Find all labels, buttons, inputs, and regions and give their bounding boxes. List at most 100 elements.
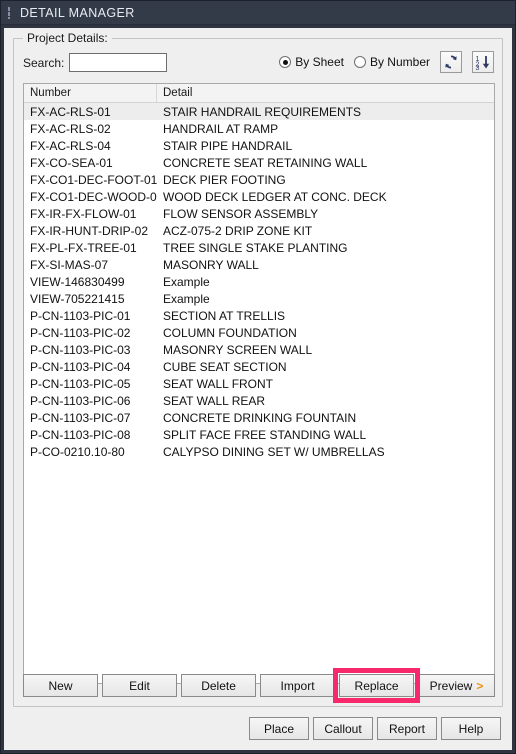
new-button[interactable]: New [23,674,99,697]
preview-button[interactable]: Preview > [418,674,495,697]
sort-numeric-descending-icon: 1 2 3 [475,54,491,70]
table-row[interactable]: FX-AC-RLS-02 HANDRAIL AT RAMP [24,120,494,137]
row-number: FX-IR-FX-FLOW-01 [30,206,137,221]
row-number: P-CN-1103-PIC-08 [30,427,131,442]
row-detail: TREE SINGLE STAKE PLANTING [163,240,348,255]
row-detail: Example [163,274,210,289]
search-label: Search: [23,55,65,70]
table-row[interactable]: FX-AC-RLS-01 STAIR HANDRAIL REQUIREMENTS [24,103,494,120]
report-button[interactable]: Report [377,717,437,740]
window-title: DETAIL MANAGER [20,5,135,20]
client-area: Project Details: Search: By Sheet By Num… [4,28,512,750]
table-row[interactable]: P-CN-1103-PIC-05 SEAT WALL FRONT [24,375,494,392]
row-number: FX-CO1-DEC-WOOD-01 [30,189,157,204]
radio-by-number-indicator-icon[interactable] [353,56,366,68]
row-detail: MASONRY WALL [163,257,259,272]
row-detail: WOOD DECK LEDGER AT CONC. DECK [163,189,387,204]
row-detail: COLUMN FOUNDATION [163,325,297,340]
row-detail: STAIR HANDRAIL REQUIREMENTS [163,104,362,119]
row-detail: CONCRETE DRINKING FOUNTAIN [163,410,357,425]
radio-by-sheet-label: By Sheet [295,55,344,69]
row-number: FX-CO1-DEC-FOOT-01 [30,172,157,187]
row-number: VIEW-146830499 [30,274,125,289]
row-number: VIEW-705221415 [30,291,125,306]
table-row[interactable]: FX-CO1-DEC-FOOT-01 DECK PIER FOOTING [24,171,494,188]
delete-button[interactable]: Delete [181,674,257,697]
callout-button[interactable]: Callout [313,717,373,740]
table-row[interactable]: FX-AC-RLS-04 STAIR PIPE HANDRAIL [24,137,494,154]
radio-by-sheet[interactable]: By Sheet [279,55,344,69]
edit-button[interactable]: Edit [102,674,178,697]
row-number: P-CN-1103-PIC-03 [30,342,131,357]
search-row: Search: [23,53,168,72]
column-header-number[interactable]: Number [24,84,157,102]
place-button[interactable]: Place [249,717,309,740]
row-detail: HANDRAIL AT RAMP [163,121,279,136]
row-number: P-CN-1103-PIC-04 [30,359,131,374]
window-titlebar[interactable]: DETAIL MANAGER [1,1,515,25]
row-detail: SECTION AT TRELLIS [163,308,286,323]
view-mode-row: By Sheet By Number 1 2 3 [279,51,494,73]
row-number: FX-CO-SEA-01 [30,155,113,170]
table-row[interactable]: P-CN-1103-PIC-04 CUBE SEAT SECTION [24,358,494,375]
row-number: P-CN-1103-PIC-02 [30,325,131,340]
row-detail: CUBE SEAT SECTION [163,359,287,374]
refresh-button[interactable] [440,51,462,73]
help-button[interactable]: Help [441,717,501,740]
radio-by-sheet-indicator-icon[interactable] [279,56,292,68]
table-row[interactable]: FX-CO-SEA-01 CONCRETE SEAT RETAINING WALL [24,154,494,171]
footer-button-row: Place Callout Report Help [249,717,501,740]
row-number: FX-AC-RLS-01 [30,104,111,119]
radio-by-number-label: By Number [369,55,430,69]
groupbox-legend: Project Details: [23,31,112,45]
table-row[interactable]: FX-IR-HUNT-DRIP-02 ACZ-075-2 DRIP ZONE KI… [24,222,494,239]
row-number: FX-AC-RLS-04 [30,138,111,153]
table-row[interactable]: P-CN-1103-PIC-06 SEAT WALL REAR [24,392,494,409]
svg-text:3: 3 [476,65,480,70]
table-row[interactable]: P-CN-1103-PIC-02 COLUMN FOUNDATION [24,324,494,341]
table-row[interactable]: VIEW-705221415 Example [24,290,494,307]
row-number: P-CN-1103-PIC-05 [30,376,131,391]
table-row[interactable]: P-CN-1103-PIC-03 MASONRY SCREEN WALL [24,341,494,358]
row-detail: SEAT WALL FRONT [163,376,274,391]
table-row[interactable]: FX-SI-MAS-07 MASONRY WALL [24,256,494,273]
table-row[interactable]: FX-IR-FX-FLOW-01 FLOW SENSOR ASSEMBLY [24,205,494,222]
row-number: FX-PL-FX-TREE-01 [30,240,137,255]
table-row[interactable]: P-CN-1103-PIC-01 SECTION AT TRELLIS [24,307,494,324]
preview-button-label: Preview [429,678,473,693]
row-number: FX-AC-RLS-02 [30,121,111,136]
row-detail: MASONRY SCREEN WALL [163,342,313,357]
row-detail: ACZ-075-2 DRIP ZONE KIT [163,223,313,238]
row-number: P-CO-0210.10-80 [30,444,125,459]
radio-by-number[interactable]: By Number [353,55,430,69]
row-number: P-CN-1103-PIC-07 [30,410,131,425]
table-row[interactable]: FX-CO1-DEC-WOOD-01 WOOD DECK LEDGER AT CO… [24,188,494,205]
row-detail: Example [163,291,210,306]
detail-manager-window: DETAIL MANAGER Project Details: Search: … [0,0,516,754]
table-row[interactable]: P-CO-0210.10-80 CALYPSO DINING SET W/ UMB… [24,443,494,460]
table-row[interactable]: P-CN-1103-PIC-08 SPLIT FACE FREE STANDING… [24,426,494,443]
list-body: FX-AC-RLS-01 STAIR HANDRAIL REQUIREMENTS F… [24,103,494,460]
details-list[interactable]: Number Detail FX-AC-RLS-01 STAIR HANDRAIL… [23,83,495,684]
row-detail: DECK PIER FOOTING [163,172,286,187]
sort-button[interactable]: 1 2 3 [472,51,494,73]
row-number: FX-SI-MAS-07 [30,257,109,272]
row-detail: FLOW SENSOR ASSEMBLY [163,206,319,221]
replace-button[interactable]: Replace [333,668,421,703]
action-button-row: New Edit Delete Import Replace Preview > [23,668,495,703]
table-row[interactable]: P-CN-1103-PIC-07 CONCRETE DRINKING FOUNTA… [24,409,494,426]
table-row[interactable]: VIEW-146830499 Example [24,273,494,290]
import-button[interactable]: Import [260,674,336,697]
drag-grip-icon[interactable] [7,6,13,20]
refresh-icon [443,54,459,70]
row-number: P-CN-1103-PIC-06 [30,393,131,408]
row-detail: SEAT WALL REAR [163,393,266,408]
column-header-detail[interactable]: Detail [157,84,494,102]
search-input[interactable] [69,53,168,72]
table-row[interactable]: FX-PL-FX-TREE-01 TREE SINGLE STAKE PLANTI… [24,239,494,256]
list-header-row: Number Detail [24,84,494,103]
row-number: P-CN-1103-PIC-01 [30,308,131,323]
row-detail: CALYPSO DINING SET W/ UMBRELLAS [163,444,385,459]
row-detail: SPLIT FACE FREE STANDING WALL [163,427,367,442]
row-detail: CONCRETE SEAT RETAINING WALL [163,155,368,170]
